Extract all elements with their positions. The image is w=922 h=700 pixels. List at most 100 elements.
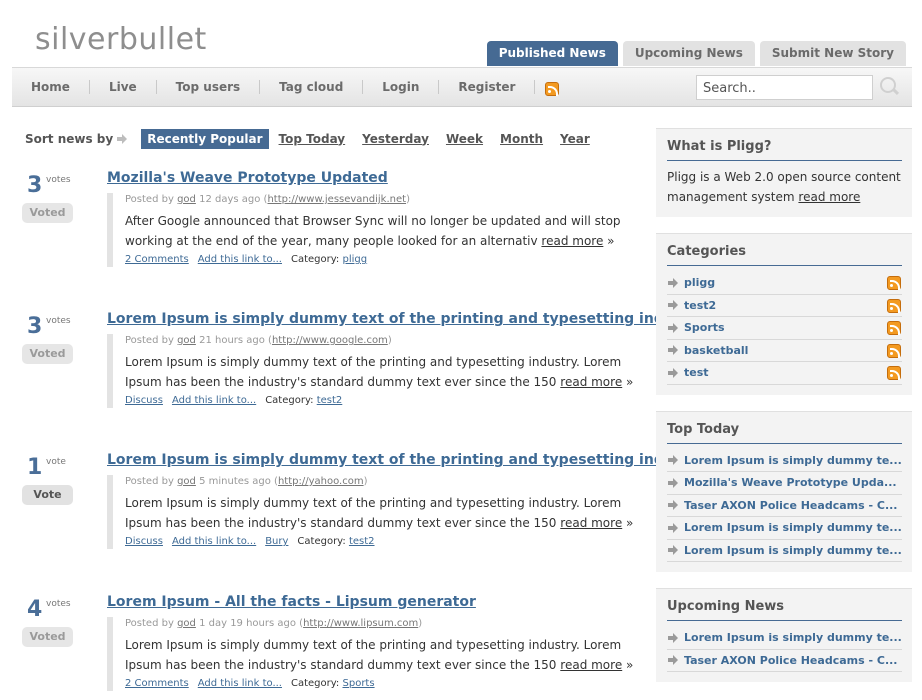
comments-link[interactable]: 2 Comments bbox=[125, 678, 189, 689]
read-more-link[interactable]: read more bbox=[560, 658, 622, 672]
story-excerpt: Lorem Ipsum is simply dummy text of the … bbox=[125, 496, 634, 530]
category-label[interactable]: test2 bbox=[684, 299, 716, 312]
add-link-to[interactable]: Add this link to... bbox=[172, 536, 256, 547]
story-title[interactable]: Mozilla's Weave Prototype Updated bbox=[107, 170, 388, 186]
rss-icon[interactable] bbox=[887, 298, 901, 313]
list-item[interactable]: Lorem Ipsum is simply dummy te... bbox=[667, 540, 902, 562]
tab-submit-new-story[interactable]: Submit New Story bbox=[759, 41, 906, 66]
category-item-test2[interactable]: test2 bbox=[667, 295, 902, 317]
source-url[interactable]: http://www.lipsum.com bbox=[303, 618, 418, 629]
source-url[interactable]: http://yahoo.com bbox=[278, 476, 364, 487]
list-item[interactable]: Mozilla's Weave Prototype Upda... bbox=[667, 472, 902, 495]
posted-by-label: Posted by bbox=[125, 618, 174, 629]
story-title[interactable]: Lorem Ipsum is simply dummy text of the … bbox=[107, 452, 709, 468]
add-link-to[interactable]: Add this link to... bbox=[172, 395, 256, 406]
author-link[interactable]: god bbox=[177, 335, 196, 346]
voted-button[interactable]: Voted bbox=[22, 627, 73, 647]
bury-link[interactable]: Bury bbox=[265, 536, 288, 547]
category-item-pligg[interactable]: pligg bbox=[667, 272, 902, 295]
story-link[interactable]: Lorem Ipsum is simply dummy te... bbox=[684, 631, 902, 644]
add-link-to[interactable]: Add this link to... bbox=[198, 678, 282, 689]
voted-button[interactable]: Voted bbox=[22, 344, 73, 364]
arrow-right-icon bbox=[668, 455, 678, 466]
rss-icon[interactable] bbox=[887, 321, 901, 335]
category-link[interactable]: Sports bbox=[343, 678, 375, 689]
vote-button[interactable]: Vote bbox=[22, 485, 73, 505]
category-label[interactable]: test bbox=[684, 366, 709, 379]
comments-link[interactable]: 2 Comments bbox=[125, 254, 189, 265]
add-link-to[interactable]: Add this link to... bbox=[198, 254, 282, 265]
category-link[interactable]: test2 bbox=[349, 536, 375, 547]
story-link[interactable]: Taser AXON Police Headcams - C... bbox=[684, 499, 897, 512]
posted-by-label: Posted by bbox=[125, 476, 174, 487]
category-label: Category: bbox=[290, 254, 340, 265]
sort-week[interactable]: Week bbox=[446, 132, 483, 146]
category-item-basketball[interactable]: basketball bbox=[667, 340, 902, 362]
tab-upcoming-news[interactable]: Upcoming News bbox=[622, 41, 755, 66]
site-logo[interactable]: silverbullet bbox=[35, 22, 207, 57]
story-links: 2 Comments Add this link to... Category: p… bbox=[125, 253, 640, 267]
list-item[interactable]: Lorem Ipsum is simply dummy te... bbox=[667, 450, 902, 472]
category-label: Category: bbox=[297, 536, 346, 547]
discuss-link[interactable]: Discuss bbox=[125, 536, 163, 547]
sort-yesterday[interactable]: Yesterday bbox=[362, 132, 429, 146]
upcoming-box: Upcoming News Lorem Ipsum is simply dumm… bbox=[656, 588, 912, 682]
category-item-sports[interactable]: Sports bbox=[667, 317, 902, 340]
story-link[interactable]: Lorem Ipsum is simply dummy te... bbox=[684, 544, 902, 557]
nav-home[interactable]: Home bbox=[12, 80, 90, 94]
category-label[interactable]: Sports bbox=[684, 321, 725, 334]
rss-icon[interactable] bbox=[887, 366, 901, 380]
story-link[interactable]: Mozilla's Weave Prototype Upda... bbox=[684, 476, 897, 489]
sort-recently-popular[interactable]: Recently Popular bbox=[141, 128, 269, 149]
voted-button[interactable]: Voted bbox=[22, 203, 73, 223]
about-description: Pligg is a Web 2.0 open source content m… bbox=[667, 170, 901, 204]
read-more-link[interactable]: read more bbox=[560, 516, 622, 530]
source-url[interactable]: http://www.jessevandijk.net bbox=[267, 194, 406, 205]
list-item[interactable]: Lorem Ipsum is simply dummy te... bbox=[667, 627, 902, 650]
story-links: Discuss Add this link to... Category: test… bbox=[125, 394, 640, 408]
story-excerpt: After Google announced that Browser Sync… bbox=[125, 214, 621, 248]
sort-top-today[interactable]: Top Today bbox=[279, 132, 346, 146]
read-more-link[interactable]: read more bbox=[560, 375, 622, 389]
rss-icon[interactable] bbox=[887, 343, 901, 358]
category-link[interactable]: test2 bbox=[317, 395, 343, 406]
read-more-link[interactable]: read more bbox=[541, 234, 603, 248]
sort-month[interactable]: Month bbox=[500, 132, 543, 146]
tab-published-news[interactable]: Published News bbox=[486, 41, 618, 66]
author-link[interactable]: god bbox=[177, 194, 196, 205]
author-link[interactable]: god bbox=[177, 618, 196, 629]
search-input[interactable]: Search.. bbox=[696, 75, 873, 100]
story-title[interactable]: Lorem Ipsum - All the facts - Lipsum gen… bbox=[107, 594, 476, 610]
story-link[interactable]: Lorem Ipsum is simply dummy te... bbox=[684, 454, 902, 467]
search-icon[interactable] bbox=[880, 77, 898, 95]
excerpt-text: Lorem Ipsum is simply dummy text of the … bbox=[125, 638, 622, 672]
story-link[interactable]: Taser AXON Police Headcams - C... bbox=[684, 654, 897, 667]
discuss-link[interactable]: Discuss bbox=[125, 395, 163, 406]
nav-login[interactable]: Login bbox=[363, 80, 440, 94]
category-label[interactable]: pligg bbox=[684, 276, 715, 289]
story-title[interactable]: Lorem Ipsum is simply dummy text of the … bbox=[107, 311, 709, 327]
category-item-test[interactable]: test bbox=[667, 362, 902, 385]
list-item[interactable]: Taser AXON Police Headcams - C... bbox=[667, 495, 902, 517]
list-item[interactable]: Taser AXON Police Headcams - C... bbox=[667, 650, 902, 672]
category-link[interactable]: pligg bbox=[343, 254, 368, 265]
story-meta: Posted by god 5 minutes ago (http://yaho… bbox=[125, 476, 368, 487]
posted-by-label: Posted by bbox=[125, 335, 174, 346]
source-url[interactable]: http://www.google.com bbox=[272, 335, 388, 346]
excerpt-text: Lorem Ipsum is simply dummy text of the … bbox=[125, 496, 622, 530]
nav-live[interactable]: Live bbox=[90, 80, 157, 94]
top-today-title: Top Today bbox=[667, 422, 902, 444]
nav-tag-cloud[interactable]: Tag cloud bbox=[260, 80, 364, 94]
nav-top-users[interactable]: Top users bbox=[157, 80, 261, 94]
author-link[interactable]: god bbox=[177, 476, 196, 487]
about-read-more[interactable]: read more bbox=[798, 190, 860, 204]
rss-icon[interactable] bbox=[545, 82, 560, 96]
rss-icon[interactable] bbox=[887, 276, 901, 290]
story-link[interactable]: Lorem Ipsum is simply dummy te... bbox=[684, 521, 902, 534]
list-item[interactable]: Lorem Ipsum is simply dummy te... bbox=[667, 517, 902, 540]
sort-year[interactable]: Year bbox=[560, 132, 590, 146]
nav-register[interactable]: Register bbox=[439, 80, 536, 94]
arrow-right-icon bbox=[668, 477, 678, 488]
category-label[interactable]: basketball bbox=[684, 344, 748, 357]
story-meta: Posted by god 21 hours ago (http://www.g… bbox=[125, 335, 392, 346]
